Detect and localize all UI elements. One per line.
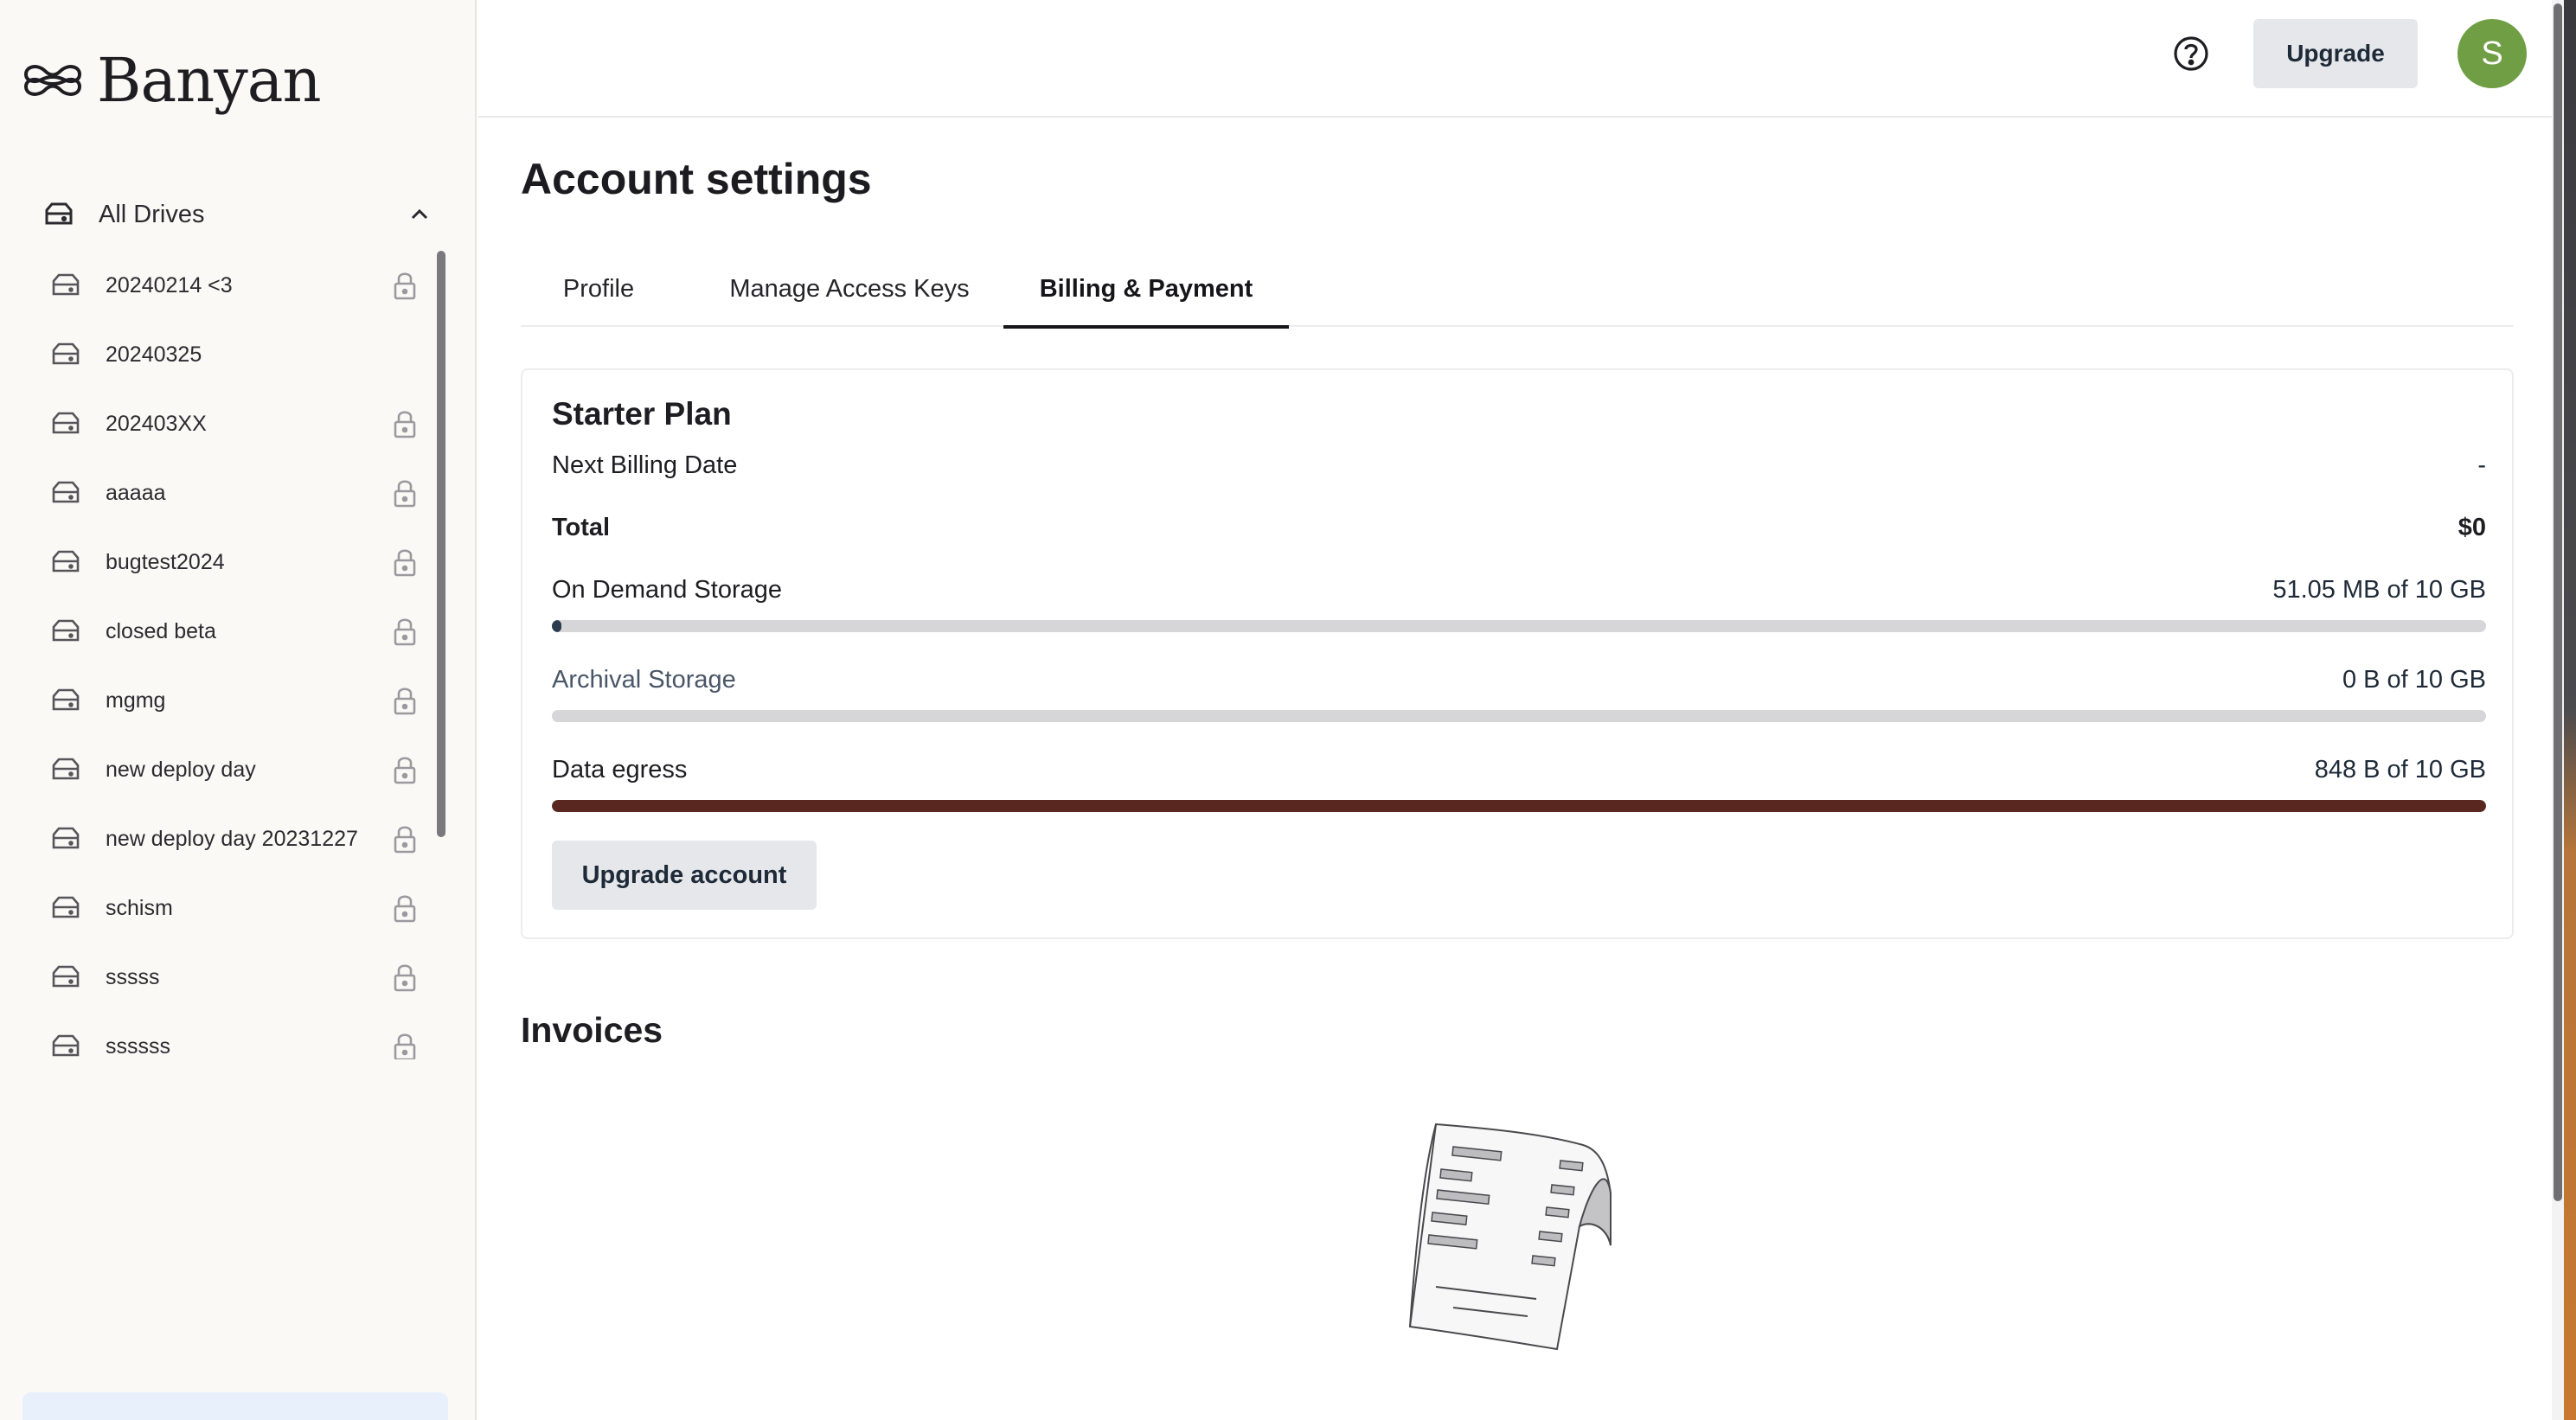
total-value: $0 <box>2457 513 2486 541</box>
drive-label: sssss <box>106 964 160 989</box>
drive-label: new deploy day 20231227 <box>106 826 358 851</box>
invoices-title: Invoices <box>521 1010 663 1050</box>
drive-icon <box>52 896 80 918</box>
data-egress-bar <box>552 800 2486 812</box>
brand-logo[interactable]: Banyan <box>21 42 322 119</box>
all-drives-label: All Drives <box>99 200 205 228</box>
next-billing-label: Next Billing Date <box>552 451 738 479</box>
sidebar-drive-item[interactable]: sssss <box>35 943 433 1012</box>
drive-list: 20240214 <3 20240325 202403XX aaaaa bugtest2… <box>35 251 433 1059</box>
drive-label: 20240214 <3 <box>106 272 233 297</box>
avatar[interactable]: S <box>2457 19 2527 88</box>
sidebar-drive-item[interactable]: schism <box>35 873 433 943</box>
drive-label: aaaaa <box>106 480 166 505</box>
drive-icon <box>52 827 80 849</box>
drive-icon <box>52 342 80 365</box>
data-egress-label: Data egress <box>552 755 688 784</box>
lock-icon <box>394 688 416 715</box>
drive-icon <box>52 412 80 434</box>
drive-icon <box>45 202 73 225</box>
sidebar-drive-item[interactable]: mgmg <box>35 666 433 735</box>
sidebar-scrollbar[interactable] <box>437 251 445 837</box>
lock-icon <box>394 964 416 992</box>
lock-icon <box>394 757 416 784</box>
chevron-up-icon[interactable] <box>408 203 431 226</box>
data-egress-bar-fill <box>552 800 2486 812</box>
sidebar-drive-item[interactable]: closed beta <box>35 597 433 666</box>
page-title: Account settings <box>521 155 872 203</box>
sidebar-footer-card[interactable] <box>22 1392 448 1420</box>
tab-billing-payment[interactable]: Billing & Payment <box>1003 251 1289 329</box>
on-demand-storage-value: 51.05 MB of 10 GB <box>2272 575 2486 604</box>
drive-label: ssssss <box>106 1033 170 1059</box>
drive-label: 20240325 <box>106 342 202 367</box>
window-edge <box>2564 0 2576 1420</box>
on-demand-storage-bar <box>552 620 2486 632</box>
window-scrollbar[interactable] <box>2554 3 2562 1201</box>
sidebar: Banyan All Drives 20240214 <3 20240325 202… <box>0 0 477 1420</box>
drive-icon <box>52 550 80 572</box>
tab-manage-access-keys[interactable]: Manage Access Keys <box>676 251 1022 327</box>
archival-storage-label: Archival Storage <box>552 665 736 694</box>
lock-icon <box>394 549 416 577</box>
data-egress-row: Data egress 848 B of 10 GB <box>552 752 2486 787</box>
brand-name: Banyan <box>97 45 322 116</box>
on-demand-storage-row: On Demand Storage 51.05 MB of 10 GB <box>552 572 2486 607</box>
tab-profile[interactable]: Profile <box>521 251 676 327</box>
sidebar-drive-item[interactable]: 20240214 <3 <box>35 251 433 320</box>
banyan-logo-icon <box>23 65 82 96</box>
receipt-illustration-icon <box>1408 1123 1612 1351</box>
total-label: Total <box>552 513 611 541</box>
sidebar-drive-item[interactable]: new deploy day <box>35 735 433 804</box>
drive-icon <box>52 481 80 503</box>
drive-label: new deploy day <box>106 757 256 782</box>
drive-icon <box>52 758 80 780</box>
lock-icon <box>394 618 416 646</box>
drive-icon <box>52 965 80 988</box>
lock-icon <box>394 895 416 923</box>
lock-icon <box>394 826 416 854</box>
drive-label: closed beta <box>106 618 216 643</box>
drive-label: 202403XX <box>106 411 207 436</box>
on-demand-storage-bar-fill <box>552 620 562 632</box>
lock-icon <box>394 1033 416 1059</box>
plan-name: Starter Plan <box>552 396 732 432</box>
drive-icon <box>52 273 80 296</box>
help-button[interactable] <box>2170 33 2212 74</box>
data-egress-value: 848 B of 10 GB <box>2314 755 2486 784</box>
sidebar-drive-item[interactable]: 20240325 <box>35 320 433 389</box>
sidebar-drive-item[interactable]: ssssss <box>35 1012 433 1059</box>
archival-storage-row: Archival Storage 0 B of 10 GB <box>552 662 2486 697</box>
help-icon <box>2174 36 2208 71</box>
next-billing-value: - <box>2477 451 2486 479</box>
drive-label: schism <box>106 895 173 920</box>
all-drives-toggle[interactable]: All Drives <box>43 192 431 237</box>
drive-icon <box>52 1034 80 1057</box>
drive-label: bugtest2024 <box>106 549 225 574</box>
plan-card: Starter Plan Next Billing Date - Total $… <box>521 368 2514 939</box>
on-demand-storage-label: On Demand Storage <box>552 575 782 604</box>
sidebar-drive-item[interactable]: bugtest2024 <box>35 528 433 597</box>
lock-icon <box>394 411 416 438</box>
total-row: Total $0 <box>552 510 2486 545</box>
archival-storage-bar <box>552 710 2486 722</box>
sidebar-drive-item[interactable]: new deploy day 20231227 <box>35 804 433 873</box>
top-bar: Upgrade S <box>478 0 2554 118</box>
archival-storage-value: 0 B of 10 GB <box>2342 665 2486 694</box>
drive-icon <box>52 688 80 711</box>
next-billing-row: Next Billing Date - <box>552 448 2486 483</box>
settings-tabs: Profile Manage Access Keys Billing & Pay… <box>521 251 2514 329</box>
upgrade-account-button[interactable]: Upgrade account <box>552 841 817 910</box>
upgrade-button[interactable]: Upgrade <box>2253 19 2418 88</box>
lock-icon <box>394 272 416 300</box>
sidebar-drive-item[interactable]: 202403XX <box>35 389 433 458</box>
drive-label: mgmg <box>106 688 166 713</box>
lock-icon <box>394 480 416 508</box>
drive-icon <box>52 619 80 642</box>
sidebar-drive-item[interactable]: aaaaa <box>35 458 433 528</box>
